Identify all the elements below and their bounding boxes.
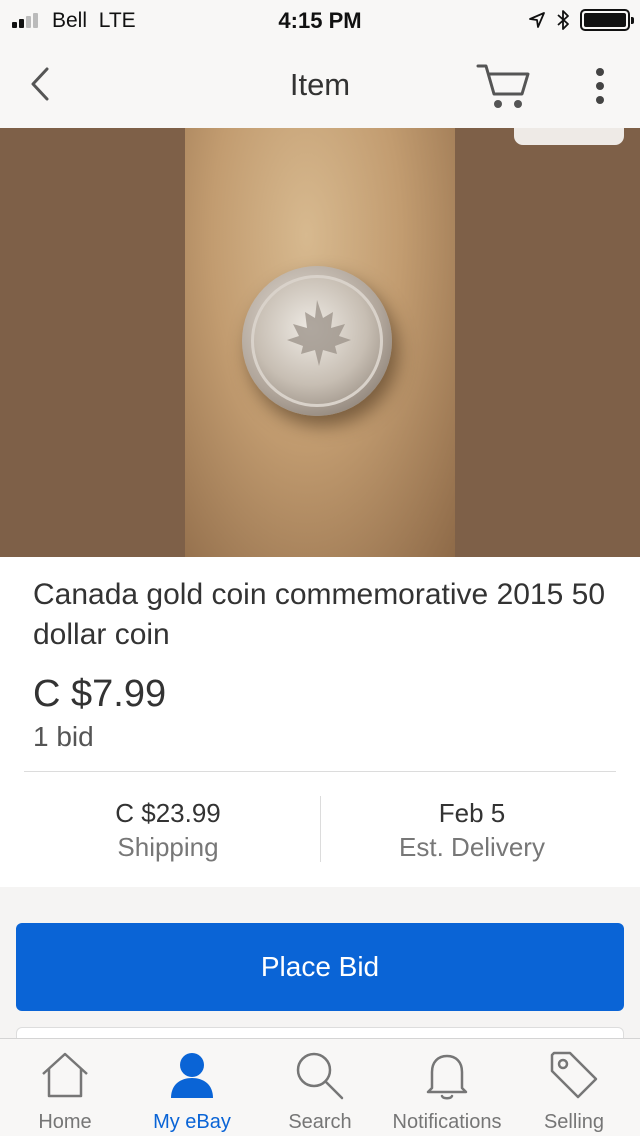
battery-icon	[580, 9, 634, 31]
tag-icon	[550, 1051, 598, 1099]
tab-label: Search	[288, 1111, 352, 1133]
cart-button[interactable]	[474, 60, 534, 112]
bid-count[interactable]: 1 bid	[33, 721, 94, 753]
tab-notifications[interactable]: Notifications	[382, 1039, 512, 1136]
bell-icon	[426, 1054, 468, 1100]
column-divider	[320, 796, 321, 862]
tab-search[interactable]: Search	[276, 1039, 364, 1136]
search-icon	[296, 1052, 344, 1100]
tab-my-ebay[interactable]: My eBay	[142, 1039, 242, 1136]
chevron-left-icon	[31, 67, 49, 101]
item-photo[interactable]	[185, 128, 455, 557]
cart-icon	[476, 64, 530, 108]
shipping-label: Shipping	[117, 832, 219, 862]
photo-counter-badge	[514, 128, 624, 145]
item-price: C $7.99	[33, 673, 167, 715]
shipping-cost: C $23.99	[115, 798, 221, 828]
bottom-tab-bar: Home My eBay Search Notifications Sellin…	[0, 1038, 640, 1136]
shipping-info: C $23.99 Shipping	[20, 797, 316, 865]
more-vertical-icon	[596, 68, 604, 76]
back-button[interactable]	[18, 62, 62, 106]
more-dot	[596, 96, 604, 104]
bluetooth-icon	[557, 10, 569, 30]
person-icon	[171, 1053, 213, 1098]
location-arrow-icon	[529, 12, 545, 28]
more-options-button[interactable]	[580, 62, 620, 110]
status-indicators	[528, 9, 634, 31]
status-bar: Bell LTE 4:15 PM	[0, 0, 640, 40]
delivery-label: Est. Delivery	[399, 832, 545, 862]
place-bid-button[interactable]: Place Bid	[16, 923, 624, 1011]
maple-leaf-emblem	[287, 300, 351, 366]
tab-label: My eBay	[153, 1111, 231, 1133]
tab-home[interactable]: Home	[20, 1039, 110, 1136]
tab-label: Selling	[543, 1111, 605, 1133]
item-summary: Canada gold coin commemorative 2015 50 d…	[0, 557, 640, 887]
divider	[24, 771, 616, 772]
item-title: Canada gold coin commemorative 2015 50 d…	[33, 578, 606, 651]
tab-label: Notifications	[392, 1111, 502, 1133]
delivery-info: Feb 5 Est. Delivery	[324, 797, 620, 865]
item-image-gallery[interactable]	[0, 128, 640, 557]
delivery-date: Feb 5	[438, 798, 506, 828]
app-header: Item	[0, 40, 640, 128]
page-title: Item	[289, 67, 351, 102]
tab-selling[interactable]: Selling	[532, 1039, 616, 1136]
tab-label: Home	[38, 1111, 92, 1133]
more-dot	[596, 82, 604, 90]
home-icon	[42, 1052, 88, 1098]
